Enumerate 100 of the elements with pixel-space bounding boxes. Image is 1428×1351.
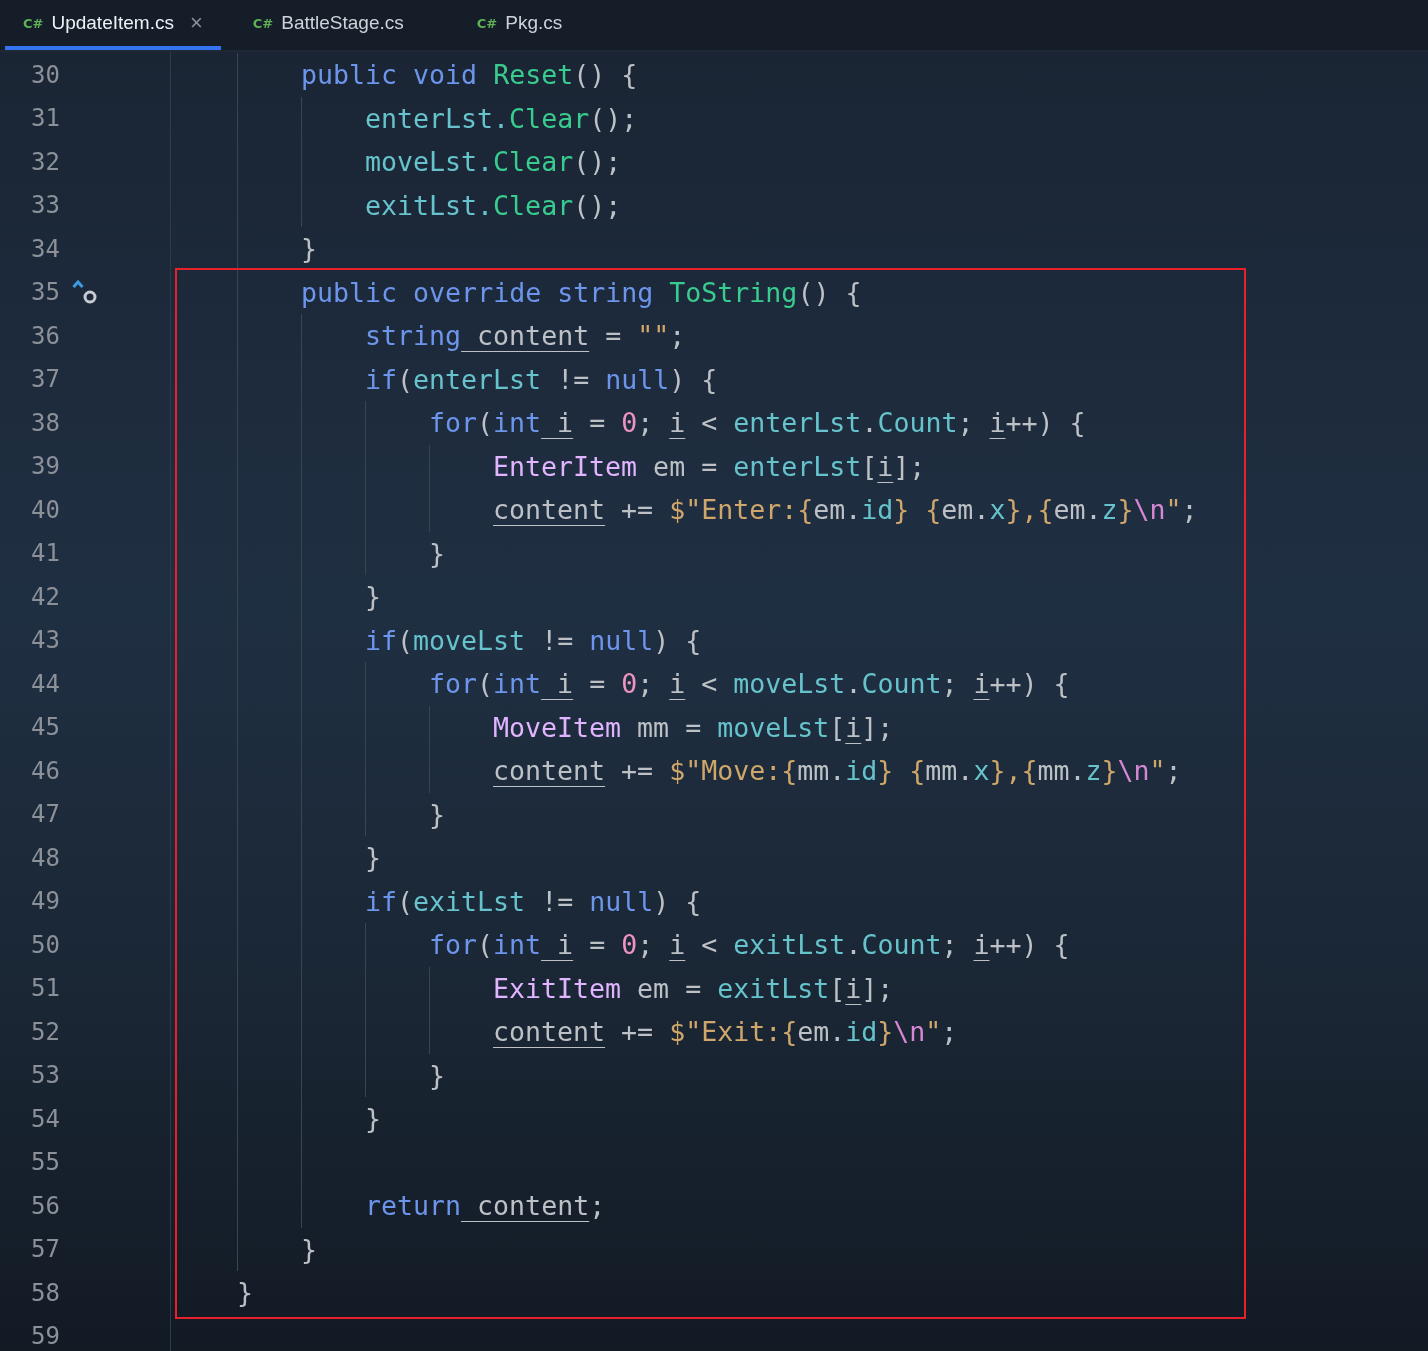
- tab-label[interactable]: UpdateItem.cs: [51, 12, 174, 34]
- code-token: $"Enter:{: [669, 493, 814, 527]
- code-token: exitLst: [717, 971, 830, 1006]
- code-token: ];: [861, 710, 894, 745]
- code-token: string: [365, 319, 462, 353]
- code-token: "": [637, 319, 670, 353]
- code-token: em.: [813, 493, 862, 527]
- code-token: moveLst.: [365, 145, 494, 179]
- code-token: ;: [941, 1015, 958, 1049]
- code-token: em.: [941, 493, 990, 527]
- code-token: ": [925, 1015, 942, 1049]
- code-token: (: [397, 884, 414, 919]
- code-token: content: [476, 319, 590, 353]
- code-token: if: [365, 884, 398, 919]
- code-token: 0: [621, 406, 638, 440]
- code-token: ToString: [668, 275, 798, 310]
- line-number: 41: [30, 539, 60, 568]
- code-token: Clear: [493, 145, 574, 179]
- code-token: }: [1117, 493, 1134, 527]
- code-token: ;: [637, 667, 655, 701]
- line-number: 43: [30, 626, 60, 655]
- code-token: (: [477, 667, 494, 701]
- code-token: =: [588, 667, 607, 701]
- code-token: mm =: [636, 710, 703, 745]
- code-token: exitLst.: [365, 188, 494, 223]
- code-token: ) {: [653, 884, 702, 919]
- file-tab[interactable]: C# BattleStage.cs: [234, 0, 445, 50]
- code-token: i: [845, 971, 862, 1006]
- line-number: 51: [30, 974, 60, 1003]
- code-token: i: [556, 667, 574, 701]
- code-token: z: [1101, 493, 1118, 527]
- code-token: id: [845, 754, 878, 788]
- code-token: ;: [637, 928, 655, 962]
- code-token: i: [669, 928, 686, 962]
- code-token: },{: [989, 754, 1038, 788]
- line-number: 35: [30, 278, 60, 307]
- code-token: em =: [652, 449, 719, 484]
- code-token: moveLst: [413, 623, 526, 658]
- code-token: ": [1165, 493, 1182, 527]
- code-token: mm.: [797, 754, 846, 788]
- code-token: em =: [636, 971, 703, 1006]
- code-token: int: [493, 406, 542, 440]
- line-number: 38: [30, 408, 60, 437]
- code-token: }: [429, 536, 445, 571]
- code-token: ExitItem: [493, 971, 622, 1006]
- code-token: ();: [573, 188, 622, 223]
- csharp-file-icon: C#: [252, 15, 274, 31]
- code-token: moveLst: [733, 667, 846, 701]
- code-token: i: [989, 406, 1006, 440]
- file-tab[interactable]: C# UpdateItem.cs ×: [5, 0, 221, 50]
- code-token: $"Exit:{: [669, 1015, 798, 1049]
- code-token: i: [556, 928, 574, 962]
- code-token: enterLst: [733, 406, 862, 440]
- code-token: MoveItem: [493, 710, 622, 745]
- code-token: ;: [589, 1189, 606, 1223]
- code-token: ];: [893, 449, 926, 484]
- code-token: null: [589, 623, 654, 658]
- code-token: int: [493, 667, 542, 701]
- code-token: Count: [861, 667, 942, 701]
- code-token: null: [605, 362, 670, 397]
- code-token: ;: [1165, 754, 1182, 788]
- tab-label[interactable]: Pkg.cs: [505, 12, 563, 34]
- code-token: x: [989, 493, 1006, 527]
- code-token: .: [845, 928, 862, 962]
- code-token: } {: [877, 754, 926, 788]
- code-token: content: [493, 493, 606, 527]
- line-number: 31: [30, 104, 60, 133]
- code-token: ++) {: [1005, 406, 1086, 440]
- line-number: 55: [30, 1148, 60, 1177]
- line-number: 53: [30, 1061, 60, 1090]
- code-token: ;: [957, 406, 975, 440]
- code-token: i: [845, 710, 862, 745]
- code-token: null: [589, 884, 654, 919]
- code-token: },{: [1005, 493, 1054, 527]
- code-token: [: [829, 971, 846, 1006]
- code-token: }: [429, 1058, 445, 1093]
- line-number: 59: [30, 1322, 60, 1351]
- file-tab[interactable]: C# Pkg.cs: [458, 0, 669, 50]
- code-token: }: [429, 797, 445, 832]
- line-number: 57: [30, 1235, 60, 1264]
- line-number: 32: [30, 147, 60, 176]
- line-number: 30: [30, 60, 60, 89]
- code-token: i: [669, 406, 686, 440]
- code-token: }: [877, 1015, 894, 1049]
- line-number: 56: [30, 1191, 60, 1220]
- code-token: } {: [893, 493, 942, 527]
- line-number: 39: [30, 452, 60, 481]
- code-token: }: [301, 1232, 317, 1267]
- code-token: moveLst: [717, 710, 830, 745]
- tab-label[interactable]: BattleStage.cs: [281, 12, 404, 34]
- csharp-file-icon: C#: [23, 15, 44, 31]
- code-token: () {: [573, 58, 638, 92]
- code-token: (: [397, 362, 414, 397]
- code-token: .: [861, 406, 878, 440]
- override-marker-icon[interactable]: [72, 279, 98, 306]
- code-token: Reset: [492, 58, 574, 92]
- code-token: public: [301, 58, 398, 92]
- code-token: !=: [556, 362, 591, 397]
- close-icon[interactable]: ×: [189, 10, 203, 36]
- line-number: 52: [30, 1017, 60, 1046]
